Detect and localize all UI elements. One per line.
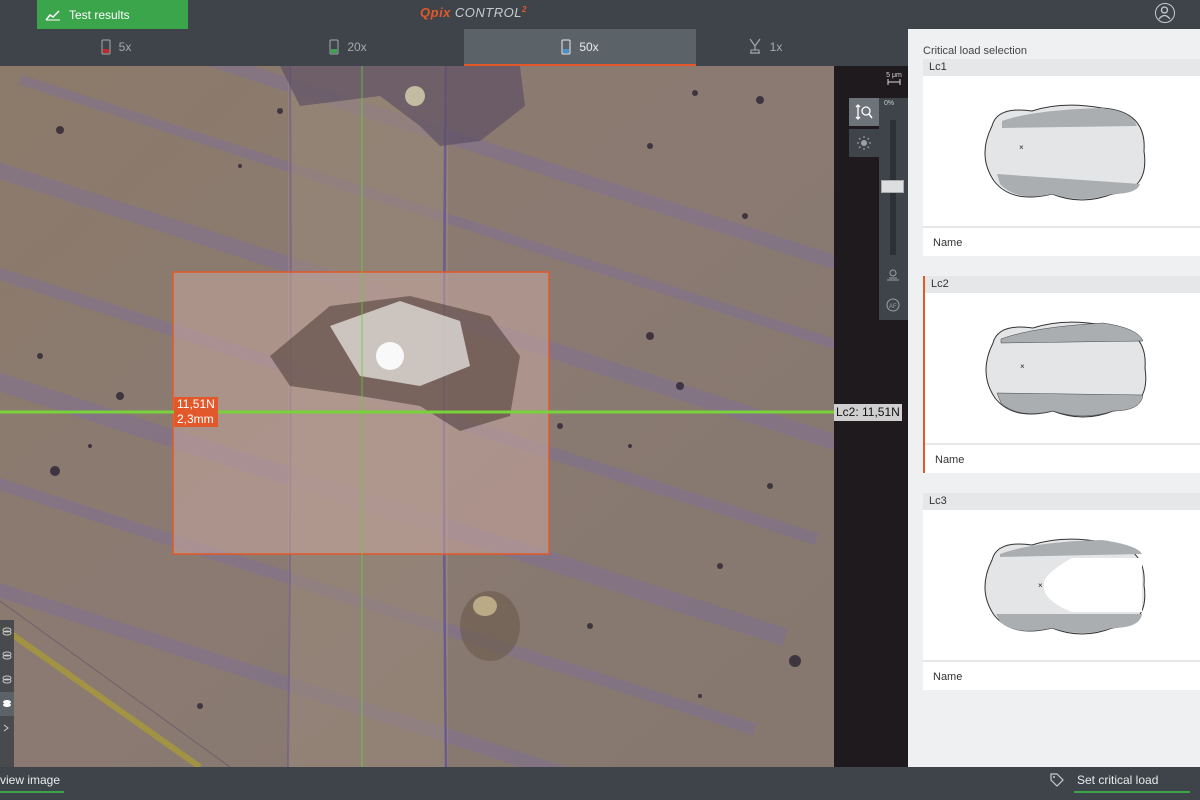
- stage-icon: [887, 269, 899, 281]
- layer-tool-2[interactable]: [0, 644, 14, 668]
- focus-zoom-button[interactable]: [849, 98, 879, 126]
- sun-icon: [857, 136, 871, 150]
- failure-mode-image: ×: [923, 510, 1200, 660]
- layer-tool-4[interactable]: [0, 692, 14, 716]
- test-results-label: Test results: [69, 7, 130, 22]
- brightness-button[interactable]: [849, 129, 879, 157]
- tab-label: 1x: [769, 39, 783, 54]
- layers-icon: [2, 651, 12, 660]
- critical-load-line-label: Lc2: 11,51N: [834, 404, 902, 421]
- slider-thumb[interactable]: [881, 180, 904, 193]
- measurement-distance: 2,3mm: [174, 412, 218, 427]
- slider-percent: 0%: [884, 100, 895, 107]
- card-name-field[interactable]: Name: [925, 443, 1200, 473]
- card-name-field[interactable]: Name: [923, 660, 1200, 690]
- microscope-image[interactable]: [0, 66, 834, 767]
- objective-blue-icon: [561, 39, 571, 54]
- indenter-icon: [749, 38, 761, 54]
- svg-text:×: ×: [1020, 362, 1025, 371]
- user-account-icon[interactable]: [1155, 3, 1175, 23]
- layer-tool-1[interactable]: [0, 620, 14, 644]
- expand-tool[interactable]: [0, 716, 14, 740]
- critical-load-card-lc1[interactable]: Lc1 × Name: [923, 59, 1200, 256]
- app-logo: Qpix CONTROL2: [420, 5, 527, 20]
- measurement-readout: 11,51N 2,3mm: [174, 397, 218, 427]
- card-name-field[interactable]: Name: [923, 226, 1200, 256]
- svg-text:×: ×: [1019, 143, 1024, 152]
- critical-load-card-lc2[interactable]: Lc2 × Name: [923, 276, 1200, 473]
- layers-icon: [2, 675, 12, 684]
- bottom-bar: [0, 767, 1200, 800]
- tab-50x[interactable]: 50x: [464, 29, 696, 66]
- scale-bar: 5 μm: [886, 72, 902, 87]
- layers-icon: [2, 627, 12, 636]
- failure-mode-image: ×: [925, 293, 1200, 443]
- tag-icon: [1050, 773, 1064, 787]
- tab-5x[interactable]: 5x: [0, 29, 232, 66]
- card-header: Lc2: [925, 276, 1200, 293]
- focus-zoom-icon: [855, 104, 873, 120]
- view-image-button[interactable]: view image: [0, 773, 64, 793]
- measurement-load: 11,51N: [174, 397, 218, 412]
- set-critical-load-button[interactable]: Set critical load: [1050, 773, 1190, 793]
- tab-label: 5x: [118, 39, 132, 54]
- tab-label: 20x: [347, 39, 367, 54]
- objective-tabs: 5x 20x 50x 1x: [0, 29, 834, 66]
- tab-label: 50x: [579, 39, 599, 54]
- card-header: Lc1: [923, 59, 1200, 76]
- left-tool-column: [0, 620, 14, 767]
- svg-text:×: ×: [1038, 581, 1043, 590]
- tab-1x[interactable]: 1x: [696, 29, 834, 66]
- card-header: Lc3: [923, 493, 1200, 510]
- objective-green-icon: [329, 39, 339, 54]
- layer-tool-3[interactable]: [0, 668, 14, 692]
- objective-red-icon: [101, 39, 111, 54]
- failure-mode-image: ×: [923, 76, 1200, 226]
- scale-value: 5 μm: [886, 72, 902, 79]
- svg-text:AF: AF: [889, 304, 897, 310]
- autofocus-icon[interactable]: AF: [886, 298, 900, 312]
- set-critical-load-label: Set critical load: [1074, 773, 1190, 793]
- scale-bar-icon: [887, 79, 901, 85]
- critical-load-card-lc3[interactable]: Lc3 × Name: [923, 493, 1200, 690]
- sidebar-title: Critical load selection: [923, 45, 1027, 57]
- test-results-button[interactable]: Test results: [37, 0, 188, 29]
- arrow-right-icon: [3, 724, 9, 732]
- chart-line-icon: [45, 9, 60, 20]
- layers-icon: [3, 700, 11, 707]
- top-bar: Test results Qpix CONTROL2: [0, 0, 1200, 29]
- tab-20x[interactable]: 20x: [232, 29, 464, 66]
